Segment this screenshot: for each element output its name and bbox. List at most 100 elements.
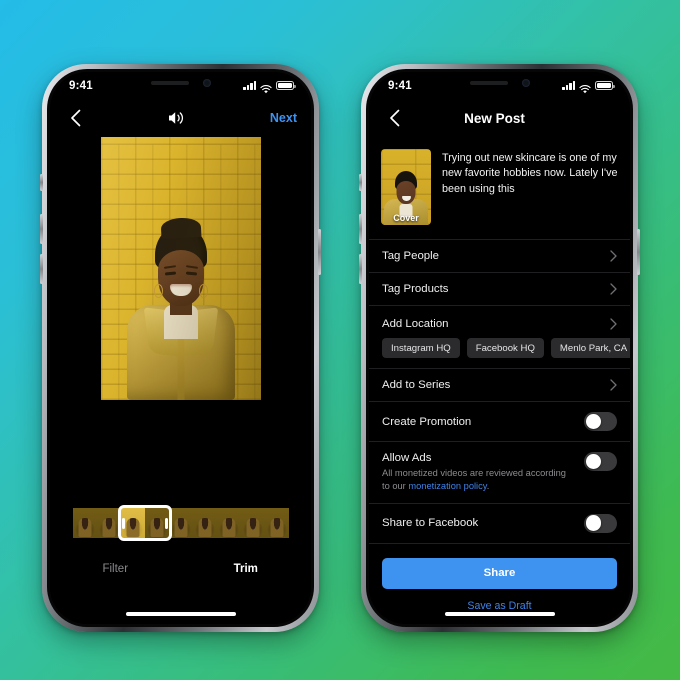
volume-up-button[interactable] — [40, 214, 43, 244]
allow-ads-toggle[interactable] — [584, 452, 617, 471]
row-label: Tag Products — [382, 283, 449, 295]
status-indicators — [243, 81, 296, 94]
phone-left-device: 9:41 Next Filter Trim — [40, 64, 321, 632]
home-indicator[interactable] — [444, 612, 555, 616]
video-preview[interactable] — [100, 137, 261, 400]
next-button-label: Next — [269, 111, 297, 125]
chevron-right-icon — [610, 379, 617, 391]
row-label: Tag People — [382, 250, 439, 262]
phone-right-device: 9:41 New Post Cover Trying out new skinc… — [359, 64, 640, 632]
phone-left-screen: 9:41 Next Filter Trim — [50, 72, 311, 624]
location-chip[interactable]: Menlo Park, CA — [550, 338, 630, 358]
page-title-container: New Post — [407, 111, 582, 126]
filmstrip-frame[interactable] — [240, 508, 265, 538]
row-label: Add Location — [382, 318, 449, 330]
toggle-knob — [585, 515, 602, 532]
location-suggestions: Instagram HQ Facebook HQ Menlo Park, CA — [369, 338, 630, 369]
next-action[interactable]: Next — [263, 109, 297, 127]
location-chip[interactable]: Instagram HQ — [382, 338, 460, 358]
new-post-nav-bar: New Post — [369, 99, 630, 137]
earpiece-speaker-icon — [150, 81, 189, 85]
wifi-icon — [579, 81, 591, 94]
row-text-block: Allow Ads All monetized videos are revie… — [382, 452, 584, 493]
row-create-promotion: Create Promotion — [369, 402, 630, 442]
volume-down-button[interactable] — [359, 254, 362, 284]
monetization-policy-link[interactable]: monetization policy — [408, 481, 486, 491]
row-subtext: All monetized videos are reviewed accord… — [382, 467, 574, 493]
share-button[interactable]: Share — [382, 557, 617, 589]
caption-input[interactable]: Trying out new skincare is one of my new… — [442, 149, 618, 225]
filmstrip-frame[interactable] — [168, 508, 193, 538]
chevron-right-icon — [610, 283, 617, 295]
trim-selection-handle[interactable] — [117, 505, 172, 541]
volume-up-button[interactable] — [359, 214, 362, 244]
front-camera-icon — [521, 79, 530, 87]
row-tag-products[interactable]: Tag Products — [369, 273, 630, 306]
row-allow-ads: Allow Ads All monetized videos are revie… — [369, 442, 630, 504]
phone-right-screen: 9:41 New Post Cover Trying out new skinc… — [369, 72, 630, 624]
tab-trim[interactable]: Trim — [181, 563, 312, 575]
row-label: Add to Series — [382, 379, 451, 391]
phone-right-bezel: 9:41 New Post Cover Trying out new skinc… — [366, 69, 633, 627]
sunlight-overlay — [100, 137, 261, 400]
editor-tabs: Filter Trim — [50, 556, 311, 582]
speaker-volume-icon — [168, 112, 183, 124]
filmstrip-frame[interactable] — [264, 508, 289, 538]
screenshot-canvas: 9:41 Next Filter Trim 9:41 New Post Cove… — [0, 0, 680, 680]
notch — [443, 72, 556, 94]
row-add-location[interactable]: Add Location — [369, 306, 630, 338]
back-button[interactable] — [383, 106, 407, 130]
status-time: 9:41 — [388, 79, 412, 92]
filmstrip-frame[interactable] — [72, 508, 97, 538]
row-label: Allow Ads — [382, 452, 432, 464]
mute-switch[interactable] — [359, 174, 362, 191]
notch — [124, 72, 237, 94]
video-editor-area: Filter Trim — [50, 137, 311, 624]
phone-left-bezel: 9:41 Next Filter Trim — [47, 69, 314, 627]
row-share-to-facebook: Share to Facebook — [369, 504, 630, 544]
audio-toggle-button[interactable] — [88, 110, 263, 126]
volume-down-button[interactable] — [40, 254, 43, 284]
new-post-form: Cover Trying out new skincare is one of … — [369, 137, 630, 624]
front-camera-icon — [202, 79, 211, 87]
toggle-knob — [585, 413, 602, 430]
home-indicator[interactable] — [125, 612, 236, 616]
battery-full-icon — [595, 81, 615, 90]
filmstrip-frame[interactable] — [96, 508, 121, 538]
trim-handle-left[interactable] — [121, 517, 125, 529]
cover-face — [396, 181, 416, 204]
editor-nav-bar: Next — [50, 99, 311, 137]
earpiece-speaker-icon — [469, 81, 508, 85]
preview-photo — [100, 137, 261, 400]
cellular-signal-icon — [562, 81, 575, 90]
row-add-to-series[interactable]: Add to Series — [369, 369, 630, 402]
save-as-draft-button[interactable]: Save as Draft — [382, 589, 617, 612]
back-button[interactable] — [64, 106, 88, 130]
form-actions: Share Save as Draft — [369, 544, 630, 612]
options-list: Tag People Tag Products Add Location Ins… — [369, 239, 630, 544]
mute-switch[interactable] — [40, 174, 43, 191]
toggle-knob — [585, 453, 602, 470]
power-button[interactable] — [318, 229, 321, 275]
cover-thumbnail[interactable]: Cover — [381, 149, 431, 225]
filmstrip-frame[interactable] — [216, 508, 241, 538]
power-button[interactable] — [637, 229, 640, 275]
row-label: Share to Facebook — [382, 517, 479, 530]
trim-handle-right[interactable] — [164, 517, 168, 529]
cover-smile — [401, 196, 411, 201]
cover-label: Cover — [393, 213, 419, 223]
row-subtext-suffix: . — [486, 480, 490, 491]
wifi-icon — [260, 81, 272, 94]
filmstrip-frame[interactable] — [192, 508, 217, 538]
trim-filmstrip-container — [50, 505, 311, 541]
chevron-right-icon — [610, 250, 617, 262]
share-to-facebook-toggle[interactable] — [584, 513, 617, 533]
tab-filter[interactable]: Filter — [50, 563, 181, 575]
trim-filmstrip[interactable] — [72, 505, 289, 541]
row-label: Create Promotion — [382, 415, 472, 428]
location-chip[interactable]: Facebook HQ — [466, 338, 544, 358]
cellular-signal-icon — [243, 81, 256, 90]
row-tag-people[interactable]: Tag People — [369, 240, 630, 273]
chevron-right-icon — [610, 318, 617, 330]
create-promotion-toggle[interactable] — [584, 412, 617, 431]
